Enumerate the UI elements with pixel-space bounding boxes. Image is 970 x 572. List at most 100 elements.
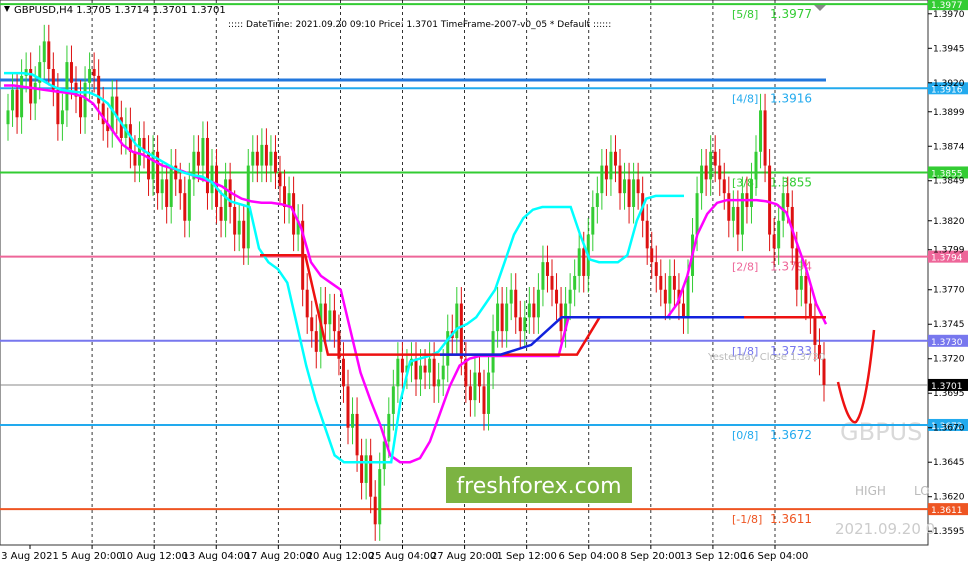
candle-body — [772, 234, 776, 249]
price-label: 1.3620 — [933, 493, 965, 503]
candle-body — [273, 151, 277, 173]
candle-body — [110, 96, 114, 132]
candle-body — [668, 275, 672, 304]
time-label: 3 Aug 2021 — [1, 551, 59, 562]
candle-body — [595, 193, 599, 207]
candle-body — [532, 303, 536, 318]
level-badge-text: 1.3611 — [931, 506, 963, 516]
candle-body — [65, 62, 69, 111]
candle-body — [60, 110, 64, 125]
candle-body — [781, 193, 785, 221]
candle-body — [736, 206, 740, 235]
candle-body — [6, 110, 10, 125]
level-badge-text: 1.3730 — [931, 338, 963, 348]
candle-body — [264, 144, 268, 166]
candle-body — [482, 386, 486, 414]
candle-body — [509, 289, 513, 304]
candle-body — [550, 275, 554, 290]
price-label: 1.3645 — [933, 458, 965, 468]
candle-body — [768, 165, 772, 235]
time-label: 16 Sep 04:00 — [742, 551, 809, 562]
candle-body — [709, 151, 713, 180]
candle-body — [210, 165, 214, 194]
candle-body — [88, 68, 92, 83]
level-value: 1.3611 — [770, 512, 812, 526]
candle-body — [423, 365, 427, 373]
time-label: 27 Aug 20:00 — [431, 551, 498, 562]
candle-body — [681, 303, 685, 318]
candle-body — [609, 151, 613, 180]
candle-body — [477, 372, 481, 387]
candle-body — [364, 455, 368, 483]
candle-body — [813, 317, 817, 345]
candle-body — [196, 151, 200, 166]
candle-body — [332, 310, 336, 332]
candle-body — [804, 275, 808, 304]
candle-body — [178, 179, 182, 194]
candle-body — [541, 262, 545, 290]
level-name: [4/8] — [732, 92, 758, 105]
candle-body — [613, 151, 617, 166]
candle-body — [686, 275, 690, 318]
candle-body — [310, 317, 314, 332]
candle-body — [663, 289, 667, 304]
timestamp-watermark: 2021.09.20 0 — [835, 520, 935, 538]
candle-body — [645, 220, 649, 249]
candle-body — [396, 358, 400, 387]
candle-body — [360, 455, 364, 483]
candle-body — [341, 358, 345, 387]
candle-body — [514, 289, 518, 318]
candle-body — [205, 137, 209, 194]
candle-body — [799, 275, 803, 290]
price-label: 1.3970 — [933, 10, 965, 20]
price-chart: GBPUS 2021.09.20 0 HIGH LO [5/8] 1.39771.… — [0, 0, 968, 562]
candle-body — [672, 275, 676, 290]
candle-body — [623, 179, 627, 194]
candle-body — [441, 365, 445, 380]
level-value: 1.3855 — [770, 175, 812, 189]
high-label: HIGH — [855, 484, 886, 498]
candle-body — [555, 289, 559, 304]
level-value: 1.3916 — [770, 91, 812, 105]
candle-body — [763, 110, 767, 166]
candle-body — [654, 262, 658, 276]
level-value: 1.3672 — [770, 428, 812, 442]
price-label: 1.3720 — [933, 355, 965, 365]
candle-body — [491, 331, 495, 373]
time-label: 13 Sep 12:00 — [680, 551, 747, 562]
candle-body — [351, 413, 355, 428]
level-name: [0/8] — [732, 429, 758, 442]
candle-body — [523, 317, 527, 332]
price-label: 1.3799 — [933, 246, 965, 256]
price-label: 1.3874 — [933, 142, 965, 152]
candle-body — [573, 275, 577, 290]
candle-body — [260, 144, 264, 166]
time-label: 13 Aug 04:00 — [183, 551, 250, 562]
candle-body — [754, 151, 758, 180]
candle-body — [419, 365, 423, 380]
candle-body — [713, 151, 717, 166]
candle-body — [169, 165, 173, 207]
candle-body — [255, 151, 259, 166]
candle-body — [432, 358, 436, 387]
candle-body — [500, 303, 504, 332]
candle-body — [749, 179, 753, 207]
time-label: 8 Sep 20:00 — [621, 551, 681, 562]
candle-body — [242, 220, 246, 249]
candle-body — [468, 386, 472, 401]
candle-body — [473, 372, 477, 401]
candle-body — [165, 179, 169, 207]
candle-body — [11, 89, 15, 111]
candle-body — [536, 289, 540, 318]
candle-body — [20, 75, 24, 118]
candle-body — [79, 96, 83, 118]
candle-body — [278, 172, 282, 187]
candle-body — [97, 75, 101, 104]
candle-body — [373, 496, 377, 525]
price-label: 1.3899 — [933, 108, 965, 118]
price-label: 1.3820 — [933, 217, 965, 227]
candle-body — [346, 386, 350, 428]
time-label: 20 Aug 12:00 — [307, 551, 374, 562]
candle-body — [446, 331, 450, 366]
candle-body — [137, 137, 141, 166]
